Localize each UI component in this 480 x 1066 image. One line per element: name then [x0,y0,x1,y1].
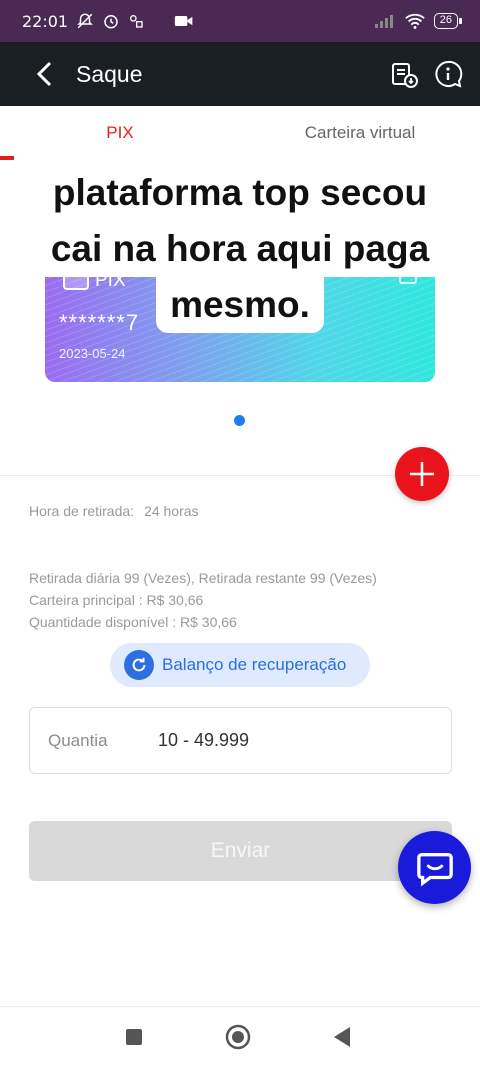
plus-icon [410,462,434,486]
battery-icon: 26 [433,13,463,29]
video-caption: plataforma top secou cai na hora aqui pa… [20,165,460,333]
back-nav-button[interactable] [328,1023,356,1051]
home-button[interactable] [224,1023,252,1051]
recover-balance-label: Balanço de recuperação [162,655,347,674]
available-amount-text: Quantidade disponível : R$ 30,66 [29,614,237,630]
amount-field[interactable]: Quantia [29,707,452,774]
wifi-icon [404,13,425,29]
card-date: 2023-05-24 [59,346,126,361]
withdraw-time-label: Hora de retirada: [29,503,135,519]
amount-input[interactable] [158,730,418,751]
chat-icon [416,852,453,887]
withdraw-time-value: 24 horas [144,503,199,519]
amount-label: Quantia [48,730,108,750]
help-chat-icon [435,60,463,88]
camera-icon [174,16,193,26]
back-button[interactable] [24,42,64,106]
tab-pix[interactable]: PIX [0,106,240,160]
tab-carteira-virtual[interactable]: Carteira virtual [240,106,480,160]
records-button[interactable] [388,58,420,90]
withdraw-time: Hora de retirada: 24 horas [29,503,199,519]
signal-icon [374,15,393,28]
add-account-button[interactable] [395,447,449,501]
home-circle-icon [225,1024,251,1050]
caption-line: cai na hora aqui paga [30,221,450,277]
support-chat-button[interactable] [398,831,471,904]
caption-line: mesmo. [156,277,324,333]
app-bar: Saque [0,42,480,106]
triangle-back-icon [334,1027,350,1047]
recents-button[interactable] [120,1023,148,1051]
app-icon [130,15,143,28]
records-icon [392,63,418,88]
caption-line: plataforma top secou [30,165,450,221]
status-time: 22:01 [22,11,69,31]
tab-bar: PIX Carteira virtual [0,106,480,160]
main-wallet-text: Carteira principal : R$ 30,66 [29,592,204,608]
daily-limit-text: Retirada diária 99 (Vezes), Retirada res… [29,570,377,586]
refresh-icon [124,650,154,680]
square-icon [126,1029,142,1045]
help-button[interactable] [432,58,464,90]
mute-bell-icon [77,13,93,29]
page-title: Saque [76,60,143,87]
submit-button[interactable]: Enviar [29,821,452,881]
recover-balance-button[interactable]: Balanço de recuperação [110,643,370,687]
alarm-icon [104,15,118,29]
carousel-indicator [234,415,245,426]
status-bar: 22:01 26 [0,0,480,42]
tab-indicator [0,156,14,160]
chevron-left-icon [36,61,52,87]
system-nav-bar [0,1006,480,1066]
